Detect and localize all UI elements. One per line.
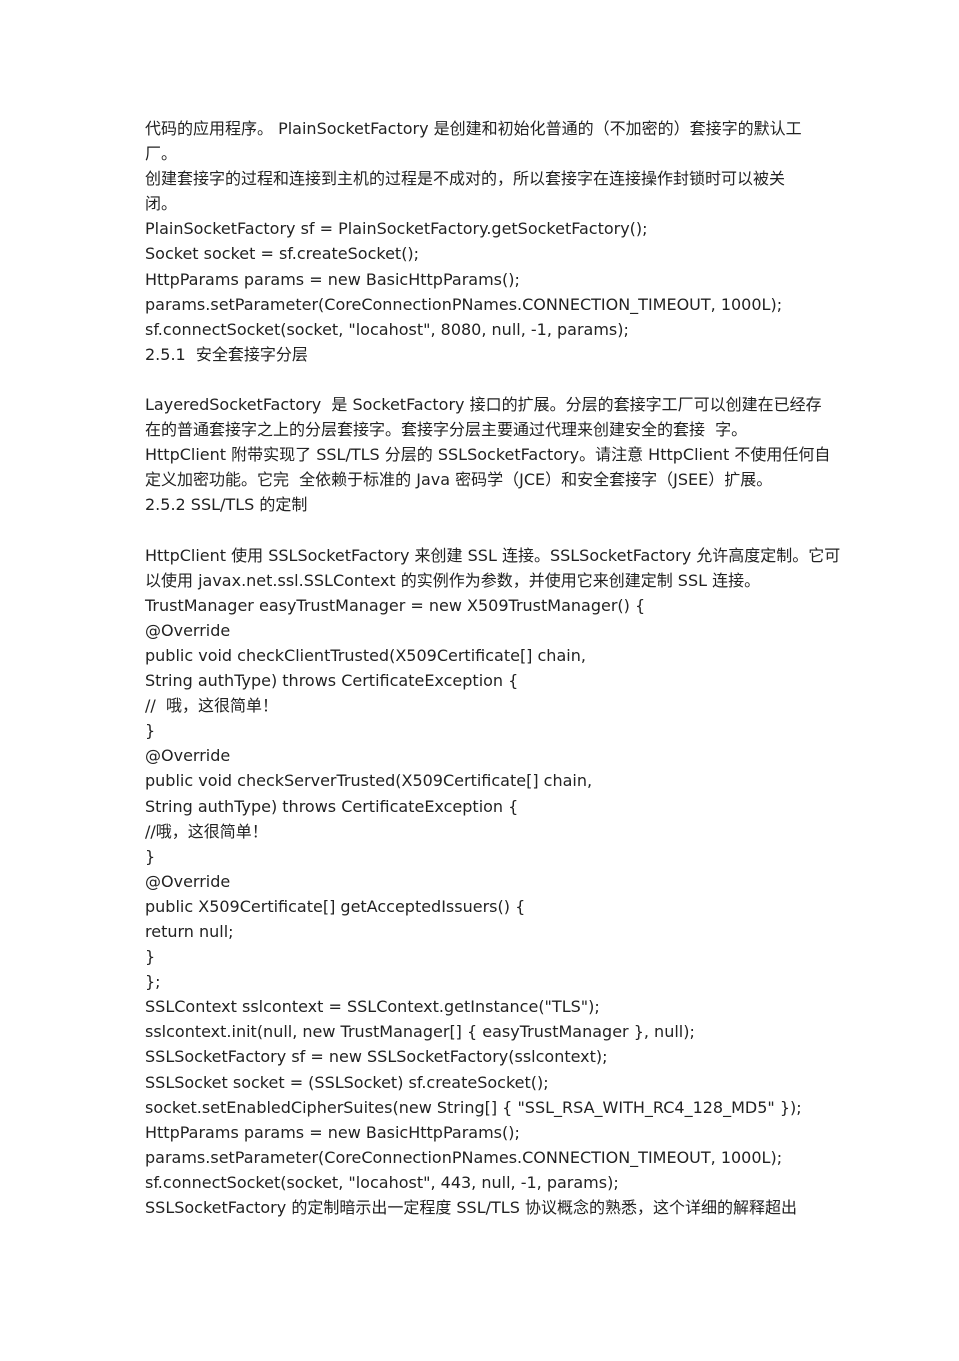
text-line: }; [145, 972, 161, 992]
text-line: return null; [145, 922, 234, 941]
text-line: } [145, 947, 156, 967]
text-line: 2.5.2 SSL/TLS 的定制 [145, 495, 308, 515]
document-page: 代码的应用程序。 PlainSocketFactory 是创建和初始化普通的（不… [145, 116, 841, 1220]
text-line: TrustManager easyTrustManager = new X509… [145, 595, 646, 615]
text-line: 闭。 [145, 194, 178, 214]
text-line: LayeredSocketFactory 是 SocketFactory 接口的… [145, 395, 822, 415]
text-line: @Override [145, 620, 231, 640]
text-line: params.setParameter(CoreConnectionPNames… [145, 294, 783, 314]
text-line: @Override [145, 871, 231, 891]
text-line: HttpParams params = new BasicHttpParams(… [145, 1122, 520, 1142]
text-line: String authType) throws CertificateExcep… [145, 671, 519, 691]
text-line: HttpParams params = new BasicHttpParams(… [145, 269, 520, 289]
text-line: 2.5.1 安全套接字分层 [145, 344, 308, 364]
text-line: 在的普通套接字之上的分层套接字。套接字分层主要通过代理来创建安全的套接 字。 [145, 420, 748, 440]
text-line: socket.setEnabledCipherSuites(new String… [145, 1097, 802, 1117]
text-line: 创建套接字的过程和连接到主机的过程是不成对的，所以套接字在连接操作封锁时可以被关 [145, 169, 786, 189]
text-line: @Override [145, 746, 231, 766]
text-line: public X509Certificate[] getAcceptedIssu… [145, 896, 526, 916]
text-line: HttpClient 附带实现了 SSL/TLS 分层的 SSLSocketFa… [145, 445, 831, 465]
text-line: SSLSocket socket = (SSLSocket) sf.create… [145, 1072, 549, 1092]
text-line: // 哦，这很简单！ [145, 696, 278, 716]
text-line: public void checkServerTrusted(X509Certi… [145, 771, 593, 791]
text-line: //哦，这很简单！ [145, 821, 268, 841]
text-line: } [145, 846, 156, 866]
text-line: SSLContext sslcontext = SSLContext.getIn… [145, 997, 600, 1017]
text-line: 厂。 [145, 144, 178, 164]
text-line: String authType) throws CertificateExcep… [145, 796, 519, 816]
text-line: sf.connectSocket(socket, "locahost", 808… [145, 319, 629, 339]
text-line: HttpClient 使用 SSLSocketFactory 来创建 SSL 连… [145, 545, 841, 565]
text-line: Socket socket = sf.createSocket(); [145, 244, 420, 264]
text-line: PlainSocketFactory sf = PlainSocketFacto… [145, 219, 648, 239]
text-line: sslcontext.init(null, new TrustManager[]… [145, 1022, 695, 1042]
text-line: } [145, 721, 156, 741]
text-line: SSLSocketFactory 的定制暗示出一定程度 SSL/TLS 协议概念… [145, 1198, 797, 1218]
text-line: public void checkClientTrusted(X509Certi… [145, 645, 586, 665]
text-line: 代码的应用程序。 PlainSocketFactory 是创建和初始化普通的（不… [145, 119, 802, 138]
text-line: 定义加密功能。它完 全依赖于标准的 Java 密码学（JCE）和安全套接字（JS… [145, 470, 773, 490]
text-line: sf.connectSocket(socket, "locahost", 443… [145, 1172, 619, 1192]
text-line: 以使用 javax.net.ssl.SSLContext 的实例作为参数，并使用… [145, 570, 761, 590]
text-line: params.setParameter(CoreConnectionPNames… [145, 1147, 783, 1167]
document-body: 代码的应用程序。 PlainSocketFactory 是创建和初始化普通的（不… [145, 116, 841, 1220]
text-line: SSLSocketFactory sf = new SSLSocketFacto… [145, 1047, 608, 1067]
